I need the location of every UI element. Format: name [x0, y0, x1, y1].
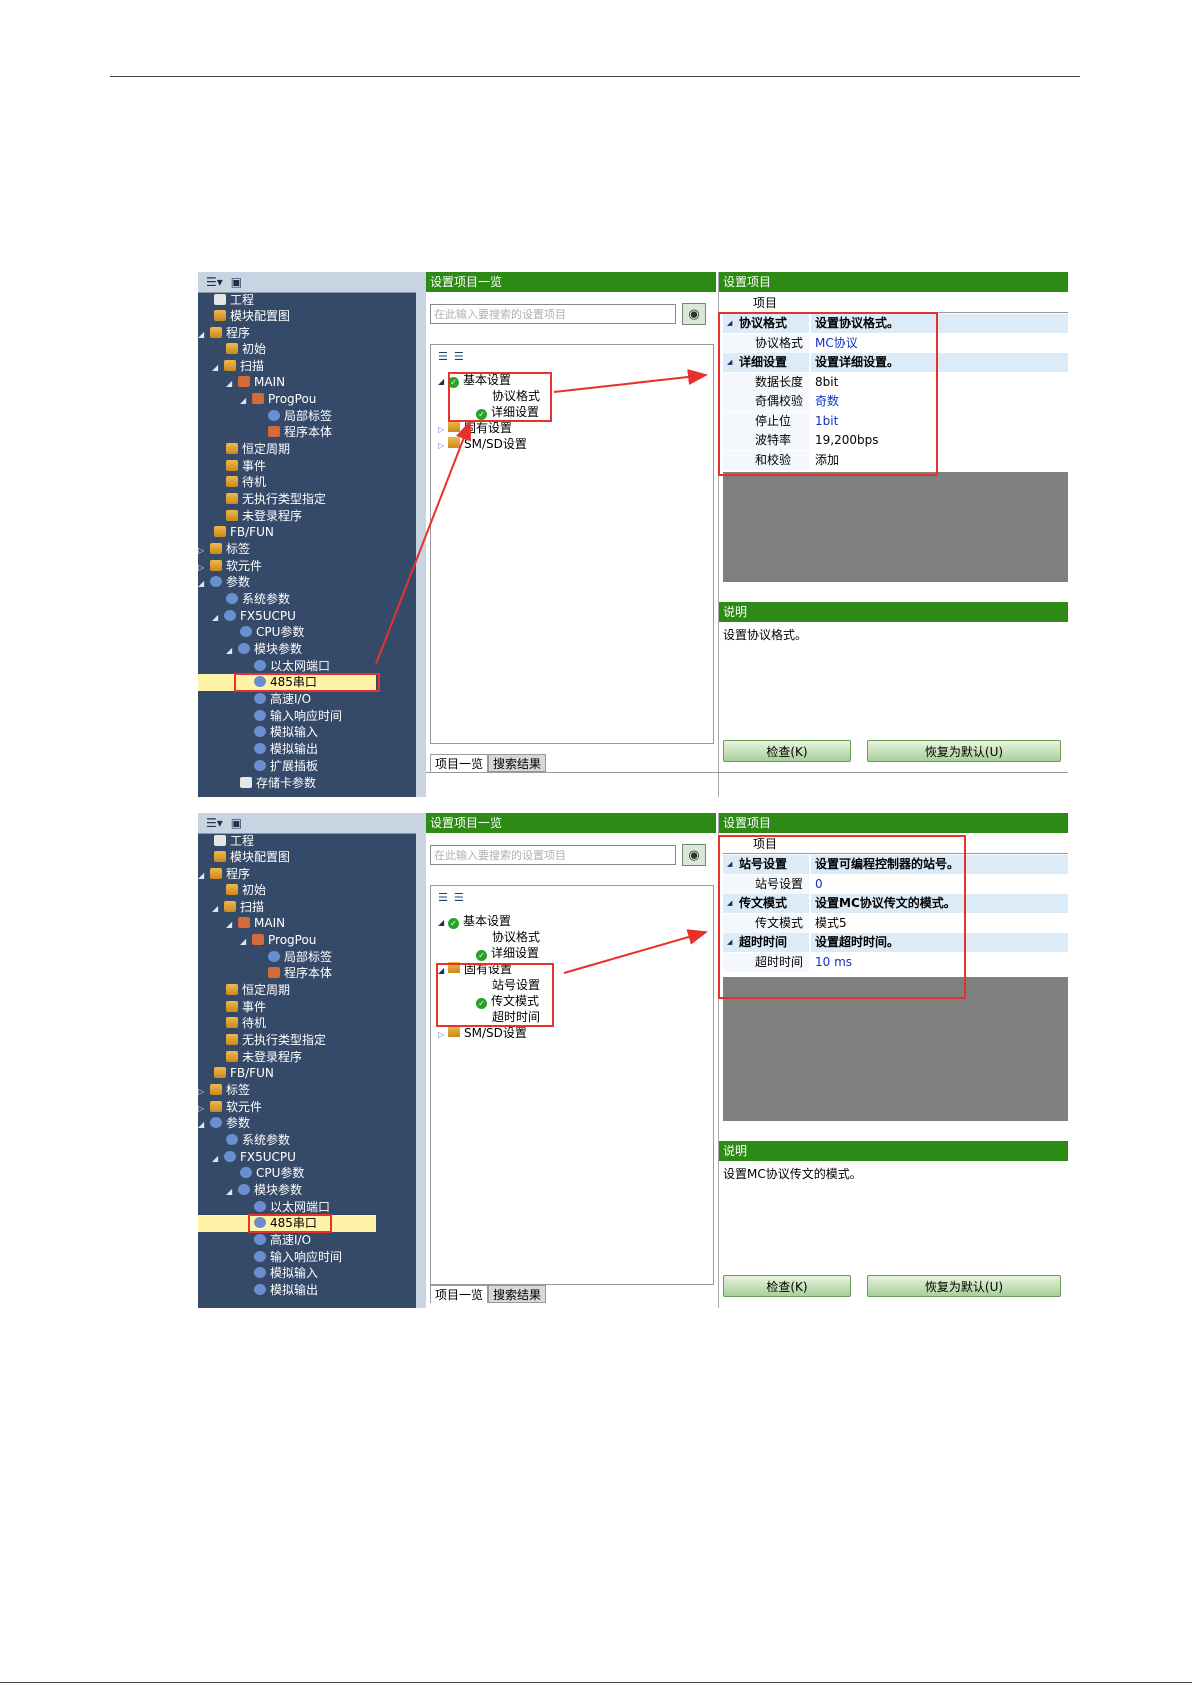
- screenshot-serial-basic: ☰▾ ▣ 工程 模块配置图 ◢ 程序 初始 ◢ 扫描 ◢ MAIN ◢ ProgPou …: [198, 272, 1068, 797]
- footer-rule: [0, 1682, 1192, 1683]
- annotation-arrows: [375, 369, 708, 665]
- header-rule: [110, 76, 1080, 77]
- screenshot-serial-fixed: ☰▾ ▣ 工程 模块配置图 ◢ 程序 初始 ◢ 扫描 ◢ MAIN ◢ ProgPou …: [198, 813, 1068, 1308]
- annotation-arrows: [563, 929, 708, 974]
